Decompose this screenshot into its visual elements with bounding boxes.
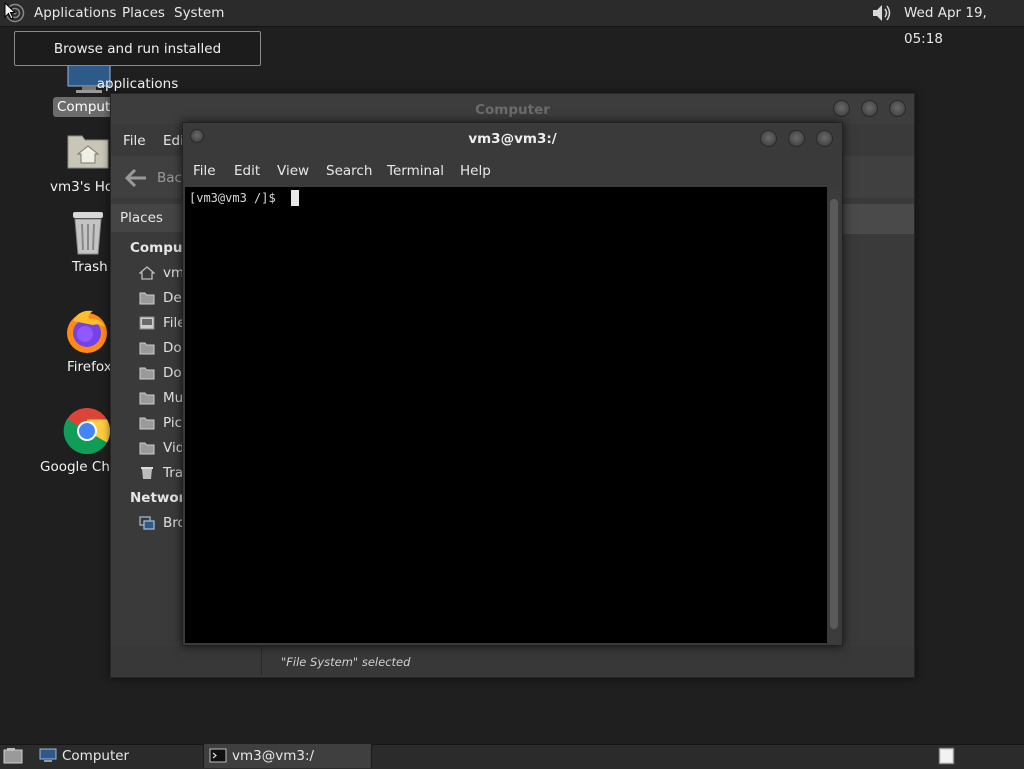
folder-icon	[139, 342, 155, 355]
chrome-icon[interactable]	[63, 407, 111, 455]
desktop-icon-trash-label[interactable]: Trash	[72, 259, 108, 275]
term-menu-file[interactable]: File	[193, 163, 216, 179]
top-panel: Applications Places System Wed Apr 19, 0…	[0, 0, 1024, 47]
taskbar-item-terminal[interactable]: vm3@vm3:/	[203, 744, 372, 768]
folder-icon	[139, 367, 155, 380]
fm-menu-file[interactable]: File	[123, 126, 146, 156]
clock[interactable]: Wed Apr 19, 05:18	[904, 0, 1024, 47]
term-menu-edit[interactable]: Edit	[234, 163, 260, 179]
drive-icon	[139, 316, 155, 330]
network-icon	[139, 516, 155, 530]
term-menu-terminal[interactable]: Terminal	[387, 163, 444, 179]
home-icon	[139, 266, 155, 280]
status-text: "File System" selected	[281, 655, 411, 669]
scrollbar-thumb[interactable]	[830, 199, 838, 629]
term-menu-help[interactable]: Help	[460, 163, 491, 179]
text-cursor	[291, 190, 299, 206]
taskbar-item-computer[interactable]: Computer	[34, 744, 196, 768]
trash-icon	[141, 467, 153, 479]
home-folder-icon[interactable]	[66, 130, 110, 170]
maximize-button[interactable]	[861, 100, 878, 117]
mouse-pointer-icon	[4, 2, 16, 20]
firefox-icon[interactable]	[63, 307, 111, 355]
show-desktop-icon[interactable]	[3, 747, 23, 764]
folder-icon	[139, 292, 155, 305]
tooltip: Browse and run installed applications	[14, 31, 261, 92]
computer-icon	[39, 748, 57, 762]
close-button[interactable]	[816, 130, 833, 147]
folder-icon	[139, 442, 155, 455]
back-arrow-icon[interactable]	[125, 169, 147, 187]
status-divider	[261, 646, 262, 676]
places-menu[interactable]: Places	[122, 0, 165, 26]
terminal-title: vm3@vm3:/	[468, 131, 557, 147]
trash-icon[interactable]	[69, 210, 107, 256]
minimize-button[interactable]	[760, 130, 777, 147]
system-menu[interactable]: System	[174, 0, 224, 26]
terminal-icon	[209, 748, 227, 763]
speaker-icon[interactable]	[871, 3, 893, 23]
applications-menu[interactable]: Applications	[34, 0, 116, 26]
taskbar-item-label: vm3@vm3:/	[232, 748, 315, 764]
shell-prompt: [vm3@vm3 /]$	[189, 191, 283, 205]
terminal-window[interactable]: vm3@vm3:/ File Edit View Search Terminal…	[182, 122, 843, 646]
term-menu-view[interactable]: View	[277, 163, 309, 179]
close-button[interactable]	[889, 100, 906, 117]
minimize-button[interactable]	[833, 100, 850, 117]
taskbar-item-label: Computer	[62, 748, 130, 764]
maximize-button[interactable]	[788, 130, 805, 147]
status-bar	[111, 646, 914, 676]
desktop-icon-firefox-label[interactable]: Firefox	[67, 359, 112, 375]
folder-icon	[139, 417, 155, 430]
terminal-screen[interactable]: [vm3@vm3 /]$	[185, 187, 827, 643]
folder-icon	[139, 392, 155, 405]
workspace-switcher-icon[interactable]	[938, 747, 955, 765]
term-menu-search[interactable]: Search	[326, 163, 372, 179]
